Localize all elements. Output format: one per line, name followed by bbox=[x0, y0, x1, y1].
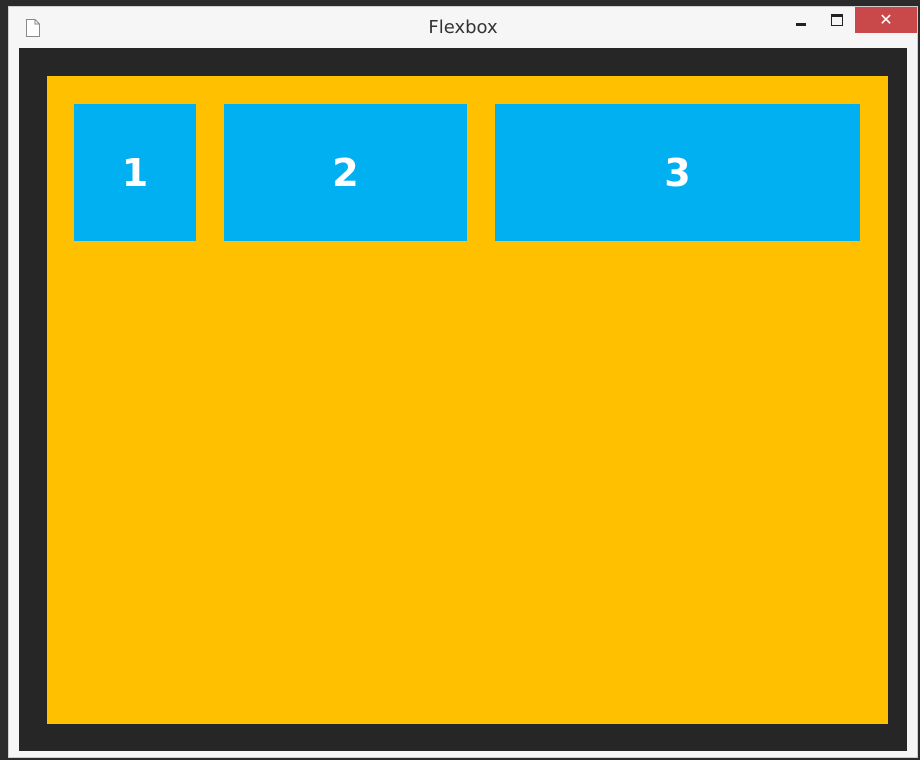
title-bar[interactable]: Flexbox ✕ bbox=[9, 7, 917, 47]
window-client-area: 1 2 3 bbox=[19, 48, 907, 751]
minimize-icon bbox=[796, 22, 806, 26]
minimize-button[interactable] bbox=[787, 7, 815, 33]
close-icon: ✕ bbox=[879, 10, 893, 29]
flex-item-3: 3 bbox=[495, 104, 860, 241]
window-title: Flexbox bbox=[428, 17, 498, 38]
maximize-icon bbox=[831, 14, 843, 26]
flex-item-2: 2 bbox=[224, 104, 467, 241]
flex-item-1: 1 bbox=[74, 104, 196, 241]
app-window: Flexbox ✕ 1 2 3 bbox=[8, 6, 918, 758]
flex-container: 1 2 3 bbox=[47, 76, 888, 724]
close-button[interactable]: ✕ bbox=[855, 7, 917, 33]
maximize-button[interactable] bbox=[823, 7, 851, 33]
